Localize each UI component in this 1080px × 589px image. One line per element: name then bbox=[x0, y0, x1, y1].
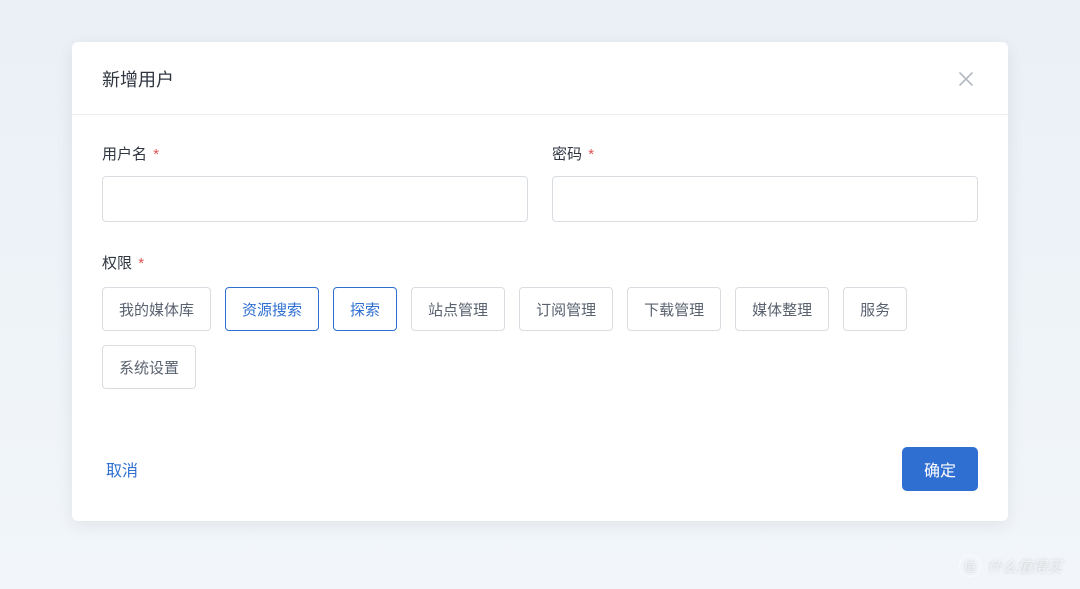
permission-tag[interactable]: 下载管理 bbox=[627, 287, 721, 331]
add-user-modal: 新增用户 用户名 * 密码 * bbox=[72, 42, 1008, 521]
modal-body: 用户名 * 密码 * 权限 * 我的媒体库资源搜索探索站点管理订阅管理下载管理媒… bbox=[72, 115, 1008, 399]
permission-tag[interactable]: 站点管理 bbox=[411, 287, 505, 331]
permission-tag[interactable]: 服务 bbox=[843, 287, 907, 331]
password-field: 密码 * bbox=[552, 143, 978, 222]
username-input[interactable] bbox=[102, 176, 528, 222]
modal-header: 新增用户 bbox=[72, 42, 1008, 115]
close-icon bbox=[957, 70, 975, 88]
watermark-text: 什么值得买 bbox=[987, 556, 1062, 577]
permissions-tags: 我的媒体库资源搜索探索站点管理订阅管理下载管理媒体整理服务系统设置 bbox=[102, 287, 978, 389]
username-field: 用户名 * bbox=[102, 143, 528, 222]
label-text: 用户名 bbox=[102, 146, 147, 163]
permissions-section: 权限 * 我的媒体库资源搜索探索站点管理订阅管理下载管理媒体整理服务系统设置 bbox=[102, 252, 978, 389]
watermark: 值 什么值得买 bbox=[959, 555, 1062, 577]
permission-tag[interactable]: 资源搜索 bbox=[225, 287, 319, 331]
permission-tag[interactable]: 我的媒体库 bbox=[102, 287, 211, 331]
confirm-button[interactable]: 确定 bbox=[902, 447, 978, 491]
username-label: 用户名 * bbox=[102, 143, 528, 164]
permission-tag[interactable]: 订阅管理 bbox=[519, 287, 613, 331]
label-text: 权限 bbox=[102, 255, 132, 272]
required-mark: * bbox=[588, 146, 594, 163]
required-mark: * bbox=[138, 255, 144, 272]
permission-tag[interactable]: 探索 bbox=[333, 287, 397, 331]
cancel-button[interactable]: 取消 bbox=[102, 449, 142, 489]
modal-footer: 取消 确定 bbox=[72, 399, 1008, 521]
fields-row: 用户名 * 密码 * bbox=[102, 143, 978, 222]
permissions-label: 权限 * bbox=[102, 252, 978, 273]
label-text: 密码 bbox=[552, 146, 582, 163]
watermark-badge-icon: 值 bbox=[959, 555, 981, 577]
password-label: 密码 * bbox=[552, 143, 978, 164]
required-mark: * bbox=[153, 146, 159, 163]
permission-tag[interactable]: 媒体整理 bbox=[735, 287, 829, 331]
modal-title: 新增用户 bbox=[102, 66, 174, 92]
close-button[interactable] bbox=[954, 67, 978, 91]
password-input[interactable] bbox=[552, 176, 978, 222]
permission-tag[interactable]: 系统设置 bbox=[102, 345, 196, 389]
